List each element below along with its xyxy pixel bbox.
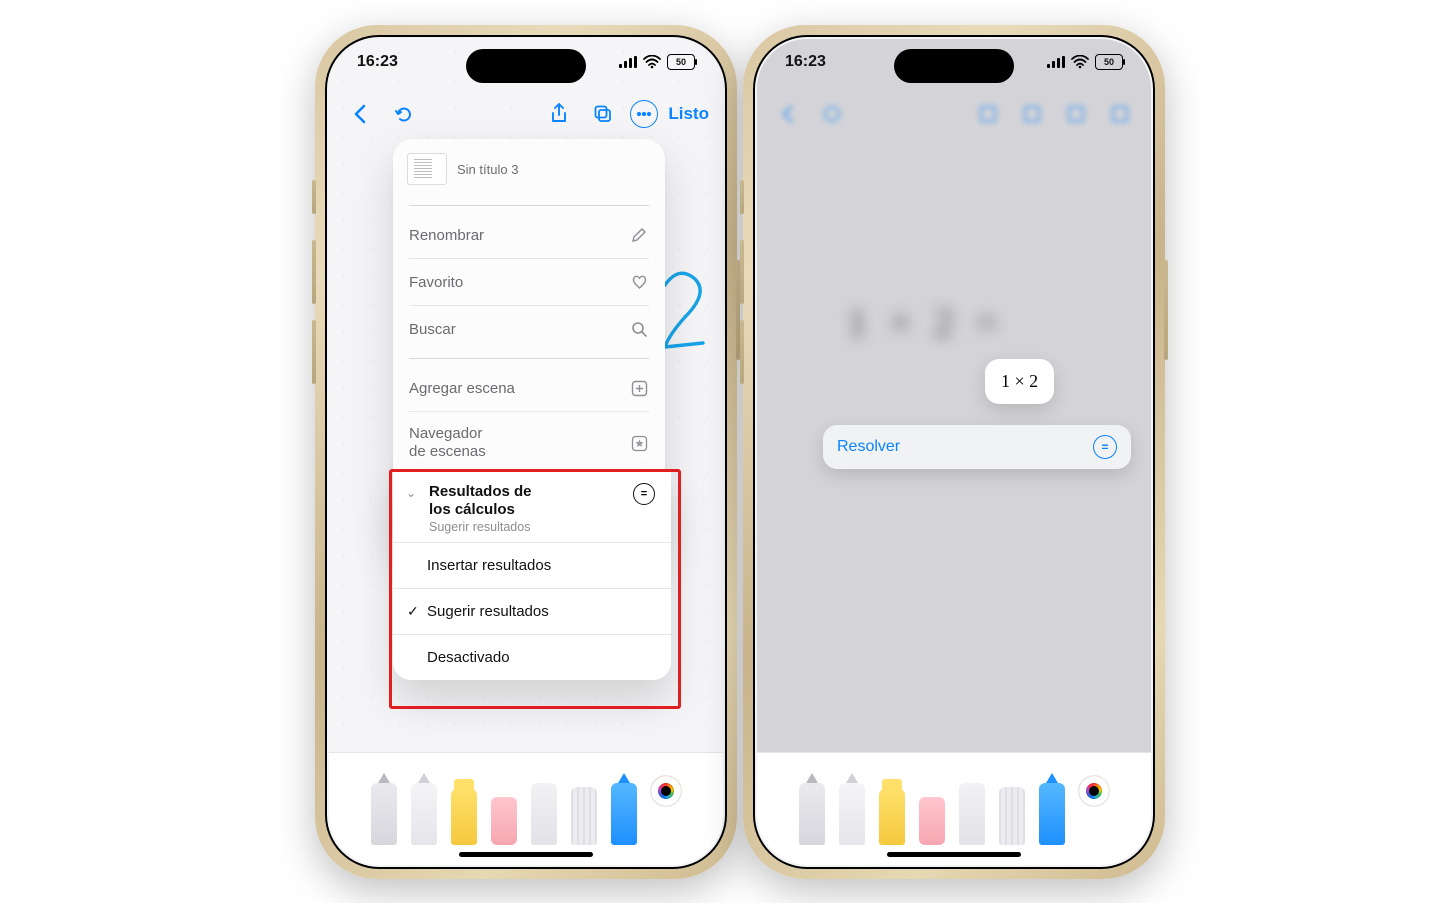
wifi-icon — [1071, 55, 1089, 69]
plus-square-icon — [629, 378, 649, 398]
dynamic-island — [466, 49, 586, 83]
menu-item-search[interactable]: Buscar — [393, 306, 665, 352]
battery-icon: 50 — [667, 54, 695, 70]
power-button — [1164, 260, 1168, 360]
clock: 16:23 — [785, 53, 826, 71]
search-icon — [629, 319, 649, 339]
back-button[interactable] — [343, 97, 377, 131]
status-bar: 16:23 50 — [329, 39, 723, 85]
tool-pen[interactable] — [371, 783, 397, 845]
home-indicator[interactable] — [887, 852, 1021, 857]
tool-lasso[interactable] — [531, 783, 557, 845]
phone-right: 16:23 50 1 × 2 = 1 × 2 Reso — [743, 25, 1165, 879]
tool-ruler[interactable] — [999, 787, 1025, 845]
color-picker[interactable] — [651, 776, 681, 806]
menu-item-add-scene[interactable]: Agregar escena — [393, 365, 665, 411]
star-square-icon — [629, 433, 649, 453]
mute-switch — [740, 180, 744, 214]
color-picker[interactable] — [1079, 776, 1109, 806]
done-button[interactable]: Listo — [668, 104, 709, 124]
wifi-icon — [643, 55, 661, 69]
tool-marker-blue[interactable] — [611, 783, 637, 845]
tool-pencil[interactable] — [839, 783, 865, 845]
tool-ruler[interactable] — [571, 787, 597, 845]
share-button[interactable] — [542, 97, 576, 131]
tool-dock — [329, 753, 723, 865]
tool-eraser[interactable] — [491, 797, 517, 845]
calc-results-submenu: ⌄ Resultados delos cálculos Sugerir resu… — [393, 471, 671, 680]
calc-subtitle: Sugerir resultados — [429, 520, 532, 534]
resolve-button[interactable]: Resolver = — [823, 425, 1131, 469]
home-indicator[interactable] — [459, 852, 593, 857]
menu-item-rename[interactable]: Renombrar — [393, 212, 665, 258]
tool-pencil[interactable] — [411, 783, 437, 845]
tool-highlighter[interactable] — [451, 789, 477, 845]
equation-chip[interactable]: 1 × 2 — [985, 359, 1054, 404]
volume-down-button — [740, 320, 744, 384]
pencil-icon — [629, 225, 649, 245]
resolve-label: Resolver — [837, 438, 900, 456]
tool-pen[interactable] — [799, 783, 825, 845]
heart-icon — [629, 272, 649, 292]
app-toolbar: Listo — [329, 91, 723, 137]
calc-option-insert[interactable]: Insertar resultados — [393, 543, 671, 588]
tool-lasso[interactable] — [959, 783, 985, 845]
cellular-icon — [619, 56, 637, 68]
menu-item-favorite[interactable]: Favorito — [393, 259, 665, 305]
document-thumbnail — [407, 153, 447, 185]
copy-button[interactable] — [586, 97, 620, 131]
cellular-icon — [1047, 56, 1065, 68]
menu-item-scene-browser[interactable]: Navegadorde escenas — [393, 412, 665, 474]
tool-highlighter[interactable] — [879, 789, 905, 845]
calc-option-suggest[interactable]: Sugerir resultados — [393, 589, 671, 634]
phone-left: 16:23 50 — [315, 25, 737, 879]
battery-icon: 50 — [1095, 54, 1123, 70]
tool-dock — [757, 753, 1151, 865]
dynamic-island — [894, 49, 1014, 83]
volume-up-button — [740, 240, 744, 304]
tool-eraser[interactable] — [919, 797, 945, 845]
tool-marker-blue[interactable] — [1039, 783, 1065, 845]
status-bar: 16:23 50 — [757, 39, 1151, 85]
undo-button[interactable] — [387, 97, 421, 131]
mute-switch — [312, 180, 316, 214]
app-toolbar-blurred — [757, 91, 1151, 137]
equals-circle-icon: = — [633, 483, 655, 505]
handwriting-stroke — [659, 269, 709, 349]
volume-up-button — [312, 240, 316, 304]
chevron-down-icon: ⌄ — [405, 486, 417, 500]
document-title: Sin título 3 — [457, 162, 518, 177]
clock: 16:23 — [357, 53, 398, 71]
handwritten-equation-blurred: 1 × 2 = — [847, 299, 1004, 346]
more-button[interactable] — [630, 100, 658, 128]
calc-option-off[interactable]: Desactivado — [393, 635, 671, 680]
equals-circle-icon: = — [1093, 435, 1117, 459]
volume-down-button — [312, 320, 316, 384]
